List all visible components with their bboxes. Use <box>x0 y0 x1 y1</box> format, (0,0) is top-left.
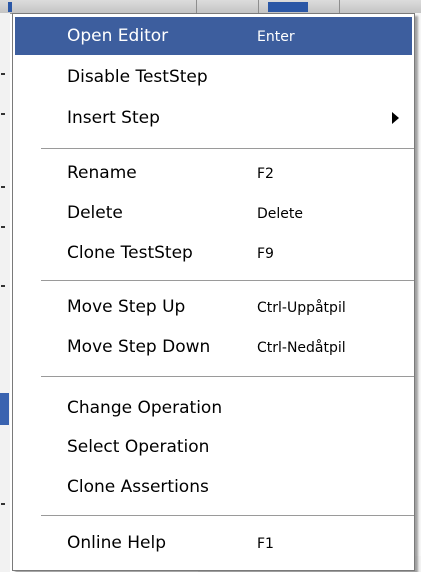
menu-item-rename[interactable]: Rename F2 <box>15 154 412 192</box>
menu-item-change-operation[interactable]: Change Operation <box>15 389 412 427</box>
menu-item-insert-step[interactable]: Insert Step <box>15 99 412 137</box>
menu-item-shortcut: F1 <box>257 536 274 552</box>
menu-item-disable-teststep[interactable]: Disable TestStep <box>15 58 412 96</box>
menu-item-label: Change Operation <box>67 398 223 418</box>
submenu-arrow-icon <box>392 112 399 124</box>
menu-item-online-help[interactable]: Online Help F1 <box>15 524 412 562</box>
menu-item-label: Insert Step <box>67 108 160 128</box>
menu-item-label: Disable TestStep <box>67 67 208 87</box>
menu-item-shortcut: Ctrl-Nedåtpil <box>257 340 346 356</box>
menu-item-label: Open Editor <box>67 26 169 46</box>
menu-item-label: Select Operation <box>67 437 210 457</box>
menu-item-clone-teststep[interactable]: Clone TestStep F9 <box>15 234 412 272</box>
menu-item-move-step-down[interactable]: Move Step Down Ctrl-Nedåtpil <box>15 328 412 366</box>
menu-item-shortcut: F2 <box>257 166 274 182</box>
menu-item-label: Online Help <box>67 533 166 553</box>
menu-item-clone-assertions[interactable]: Clone Assertions <box>15 468 412 506</box>
menu-item-label: Delete <box>67 203 123 223</box>
menu-item-shortcut: Enter <box>257 29 295 45</box>
menu-separator <box>41 515 414 517</box>
menu-separator <box>41 280 414 282</box>
menu-item-label: Clone TestStep <box>67 243 193 263</box>
menu-item-label: Move Step Up <box>67 297 186 317</box>
context-menu: Open Editor Enter Disable TestStep Inser… <box>12 13 415 571</box>
menu-item-delete[interactable]: Delete Delete <box>15 194 412 232</box>
menu-item-shortcut: F9 <box>257 246 274 262</box>
menu-item-label: Rename <box>67 163 137 183</box>
menu-item-label: Move Step Down <box>67 337 211 357</box>
menu-item-shortcut: Ctrl-Uppåtpil <box>257 300 346 316</box>
menu-item-open-editor[interactable]: Open Editor Enter <box>15 17 412 55</box>
background-toolbar <box>0 0 421 14</box>
menu-item-shortcut: Delete <box>257 206 303 222</box>
menu-separator <box>41 376 414 378</box>
background-left-edge <box>0 13 10 572</box>
menu-item-label: Clone Assertions <box>67 477 209 497</box>
menu-separator <box>41 148 414 150</box>
menu-item-select-operation[interactable]: Select Operation <box>15 428 412 466</box>
menu-item-move-step-up[interactable]: Move Step Up Ctrl-Uppåtpil <box>15 288 412 326</box>
background-right-edge <box>414 13 421 572</box>
